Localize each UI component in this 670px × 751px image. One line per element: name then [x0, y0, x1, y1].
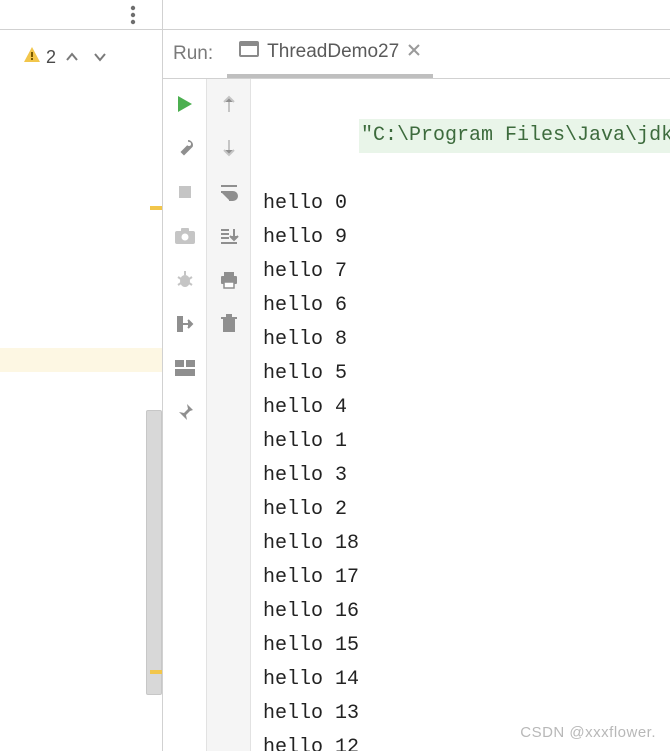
editor-gutter-column: 2 [0, 30, 163, 751]
prev-highlight-button[interactable] [60, 45, 84, 69]
top-strip [0, 0, 670, 30]
close-tab-button[interactable] [407, 41, 421, 63]
run-body: "C:\Program Files\Java\jdk1.8.0 hello 0h… [163, 78, 670, 751]
error-stripe-mark[interactable] [150, 670, 162, 674]
pin-button[interactable] [170, 397, 200, 427]
top-right-spacer [163, 0, 670, 29]
console-line: hello 14 [263, 663, 670, 697]
up-arrow-button[interactable] [214, 89, 244, 119]
editor-scrollbar-thumb[interactable] [146, 410, 162, 695]
run-header: Run: ThreadDemo27 [163, 30, 670, 78]
console-line: hello 15 [263, 629, 670, 663]
run-tab[interactable]: ThreadDemo27 [227, 30, 433, 78]
warning-icon [22, 45, 42, 70]
main-area: 2 Run: ThreadDemo27 [0, 30, 670, 751]
next-highlight-button[interactable] [88, 45, 112, 69]
console-line: hello 2 [263, 493, 670, 527]
run-tab-label: ThreadDemo27 [267, 41, 399, 63]
clear-all-button[interactable] [214, 309, 244, 339]
editor-highlight-line [0, 348, 162, 372]
console-line: hello 4 [263, 391, 670, 425]
layout-button[interactable] [170, 353, 200, 383]
console-line: hello 3 [263, 459, 670, 493]
console-line: hello 0 [263, 187, 670, 221]
debug-button[interactable] [170, 265, 200, 295]
editor-top-bar [0, 0, 163, 29]
warning-count: 2 [46, 47, 56, 68]
run-title: Run: [169, 43, 227, 65]
console-lines: hello 0hello 9hello 7hello 6hello 8hello… [263, 187, 670, 751]
rerun-button[interactable] [170, 89, 200, 119]
screenshot-button[interactable] [170, 221, 200, 251]
stop-button[interactable] [170, 177, 200, 207]
soft-wrap-button[interactable] [214, 177, 244, 207]
console-command-line: "C:\Program Files\Java\jdk1.8.0 [359, 119, 670, 153]
console-line: hello 5 [263, 357, 670, 391]
scroll-to-end-button[interactable] [214, 221, 244, 251]
console-line: hello 17 [263, 561, 670, 595]
console-line: hello 7 [263, 255, 670, 289]
console-line: hello 13 [263, 697, 670, 731]
more-actions-button[interactable] [118, 0, 148, 30]
run-secondary-toolbar [207, 79, 251, 751]
console-line: hello 12 [263, 731, 670, 751]
wrench-button[interactable] [170, 133, 200, 163]
print-button[interactable] [214, 265, 244, 295]
console-line: hello 18 [263, 527, 670, 561]
console-line: hello 9 [263, 221, 670, 255]
console-line: hello 8 [263, 323, 670, 357]
application-icon [239, 40, 259, 64]
console-line: hello 16 [263, 595, 670, 629]
run-primary-toolbar [163, 79, 207, 751]
console-line: hello 1 [263, 425, 670, 459]
error-stripe-mark[interactable] [150, 206, 162, 210]
exit-button[interactable] [170, 309, 200, 339]
run-tool-window: Run: ThreadDemo27 [163, 30, 670, 751]
console-line: hello 6 [263, 289, 670, 323]
inspections-widget[interactable]: 2 [0, 30, 162, 84]
down-arrow-button[interactable] [214, 133, 244, 163]
console-output[interactable]: "C:\Program Files\Java\jdk1.8.0 hello 0h… [251, 79, 670, 751]
